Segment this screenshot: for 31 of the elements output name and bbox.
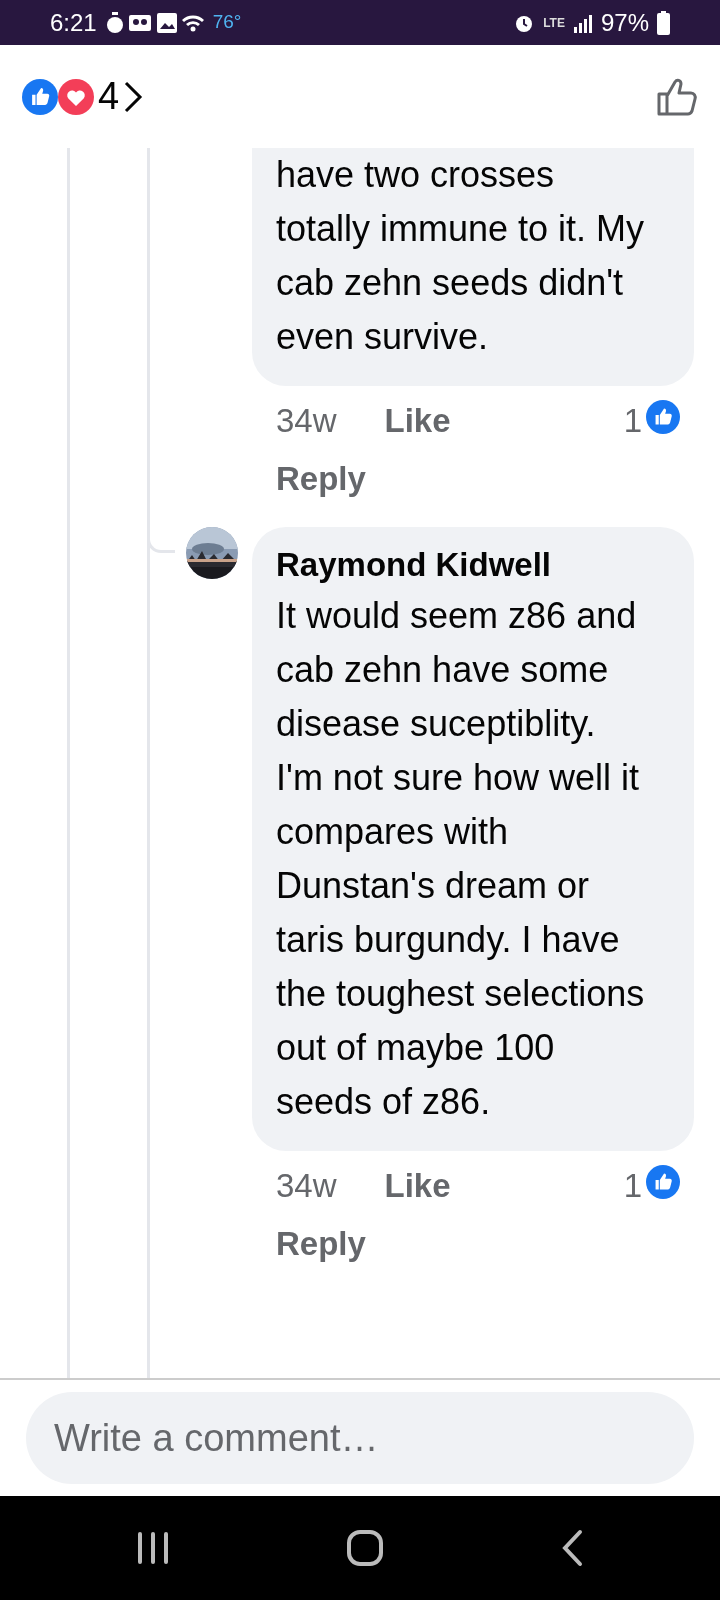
stopwatch-icon [104, 11, 125, 34]
home-icon[interactable] [346, 1529, 384, 1567]
like-button[interactable] [656, 76, 698, 117]
reply-link[interactable]: Reply [276, 453, 451, 503]
back-icon[interactable] [560, 1529, 584, 1567]
battery-icon [657, 10, 670, 35]
temperature: 76° [212, 10, 242, 35]
signal-icon [572, 12, 593, 33]
recent-apps-icon[interactable] [136, 1530, 170, 1566]
network-type: LTE [543, 16, 565, 29]
image-icon [156, 12, 177, 33]
battery-percent: 97% [600, 7, 649, 38]
like-count: 1 [623, 1166, 642, 1206]
author-name[interactable]: Raymond Kidwell [276, 541, 674, 589]
love-reaction-icon [58, 78, 94, 115]
clock-time: 6:21 [50, 7, 97, 38]
like-reaction-icon [646, 1165, 680, 1199]
like-count: 1 [623, 401, 642, 441]
timestamp: 34w [276, 1166, 337, 1206]
reply-link[interactable]: Reply [276, 1218, 451, 1268]
voicemail-icon [128, 12, 153, 33]
timestamp: 34w [276, 401, 337, 441]
comment-text: have two crosses totally immune to it. My cab zehn seeds didn't even survive. [276, 153, 646, 359]
chevron-right-icon [123, 79, 144, 114]
like-reaction-icon [646, 400, 680, 434]
comment-text: It would seem z86 and cab zehn have some disease suceptiblity. I'm not sure how well it compares with Dunstan's dream or taris burgundy. I have the toughest selections out of maybe 100 seeds of z86. [276, 594, 646, 1124]
reactions-button[interactable]: 4 [22, 68, 144, 125]
like-link[interactable]: Like [384, 396, 451, 446]
like-reaction-icon [22, 78, 58, 115]
comment-field[interactable]: Write a comment… [26, 1392, 694, 1484]
like-link[interactable]: Like [384, 1161, 451, 1211]
